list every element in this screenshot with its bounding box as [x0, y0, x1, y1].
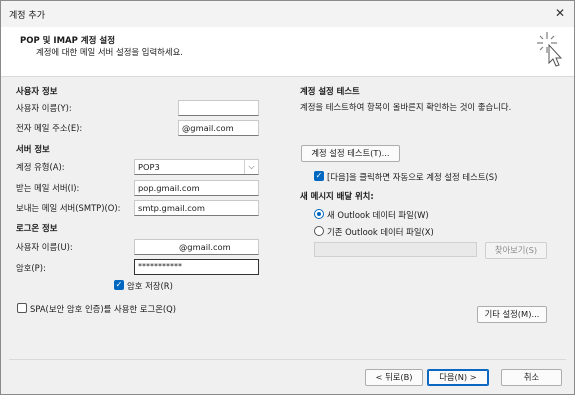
- login-info-heading: 로그온 정보: [16, 223, 58, 233]
- outgoing-server-label: 보내는 메일 서버(SMTP)(O):: [16, 203, 121, 213]
- account-type-select[interactable]: POP3 ⌵: [134, 159, 259, 175]
- server-info-heading: 서버 정보: [16, 144, 50, 154]
- next-button[interactable]: 다음(N) >: [427, 369, 489, 386]
- login-username-input[interactable]: @gmail.com: [134, 239, 259, 255]
- auto-test-label: [다음]을 클릭하면 자동으로 계정 설정 테스트(S): [327, 172, 498, 182]
- spa-label: SPA(보안 암호 인증)를 사용한 로그온(Q): [30, 304, 177, 314]
- test-description: 계정을 테스트하여 항목이 올바른지 확인하는 것이 좋습니다.: [300, 102, 512, 112]
- user-info-heading: 사용자 정보: [16, 86, 58, 96]
- header-panel: POP 및 IMAP 계정 설정 계정에 대한 메일 서버 설정을 입력하세요.: [1, 27, 574, 77]
- auto-test-checkbox[interactable]: ✓: [314, 171, 324, 181]
- cancel-button[interactable]: 취소: [501, 369, 562, 386]
- cursor-sparkle-icon: [537, 32, 563, 67]
- chevron-down-icon[interactable]: ⌵: [244, 160, 258, 174]
- outgoing-server-input[interactable]: smtp.gmail.com: [134, 200, 259, 216]
- user-name-input[interactable]: [178, 100, 259, 116]
- test-heading: 계정 설정 테스트: [300, 86, 360, 96]
- new-data-file-label: 새 Outlook 데이터 파일(W): [327, 210, 429, 220]
- user-name-label: 사용자 이름(Y):: [16, 103, 72, 113]
- email-label: 전자 메일 주소(E):: [16, 123, 83, 133]
- account-type-value: POP3: [138, 162, 160, 172]
- incoming-server-label: 받는 메일 서버(I):: [16, 183, 80, 193]
- delivery-heading: 새 메시지 배달 위치:: [300, 191, 374, 201]
- test-account-button[interactable]: 계정 설정 테스트(T)...: [301, 145, 400, 162]
- spa-checkbox[interactable]: [17, 303, 27, 313]
- page-title: POP 및 IMAP 계정 설정: [20, 36, 116, 46]
- remember-password-label: 암호 저장(R): [127, 281, 173, 291]
- remember-password-checkbox[interactable]: ✓: [114, 280, 124, 290]
- email-input[interactable]: @gmail.com: [178, 120, 259, 136]
- page-subtitle: 계정에 대한 메일 서버 설정을 입력하세요.: [36, 47, 183, 57]
- password-label: 암호(P):: [16, 263, 46, 273]
- incoming-server-input[interactable]: pop.gmail.com: [134, 180, 259, 196]
- account-setup-window: 계정 추가 ✕ POP 및 IMAP 계정 설정 계정에 대한 메일 서버 설정…: [0, 0, 575, 395]
- existing-data-file-radio[interactable]: [314, 226, 324, 236]
- password-input[interactable]: ***********: [134, 259, 259, 275]
- browse-button[interactable]: 찾아보기(S): [485, 242, 547, 259]
- back-button[interactable]: < 뒤로(B): [365, 369, 423, 386]
- window-title: 계정 추가: [9, 11, 45, 21]
- footer-divider: [9, 359, 566, 360]
- close-icon[interactable]: ✕: [555, 6, 565, 20]
- account-type-label: 계정 유형(A):: [16, 162, 65, 172]
- new-data-file-radio[interactable]: [314, 209, 324, 219]
- existing-data-file-label: 기존 Outlook 데이터 파일(X): [327, 227, 434, 237]
- login-username-label: 사용자 이름(U):: [16, 242, 73, 252]
- title-bar: 계정 추가 ✕: [1, 1, 574, 27]
- more-settings-button[interactable]: 기타 설정(M)...: [477, 306, 547, 323]
- existing-data-file-input[interactable]: [314, 242, 477, 257]
